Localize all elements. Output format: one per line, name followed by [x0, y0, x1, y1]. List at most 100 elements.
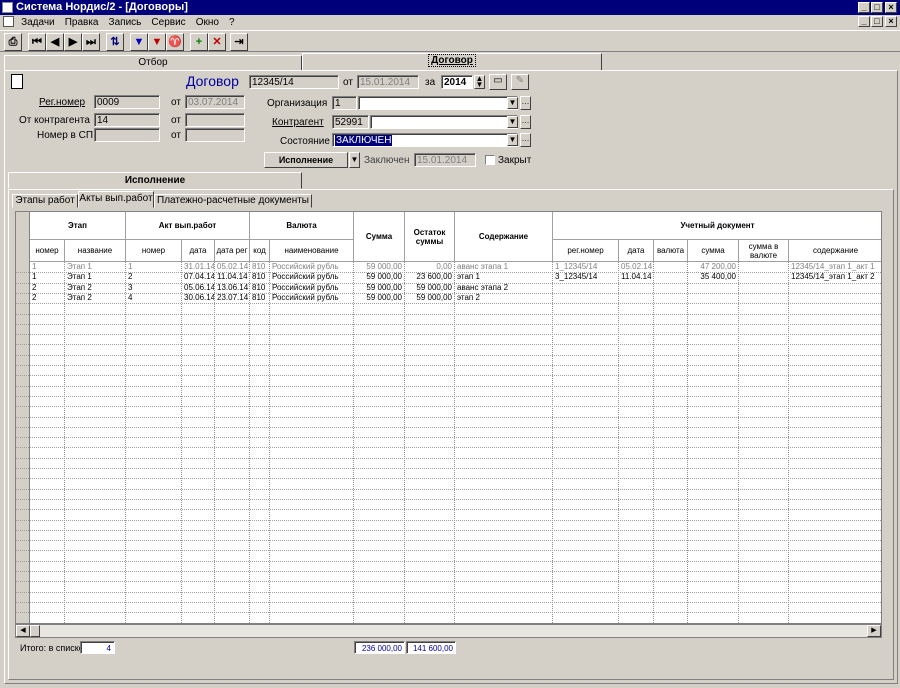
- state-label: Состояние: [280, 136, 330, 147]
- last-record-icon[interactable]: ⏭: [82, 33, 100, 51]
- first-record-icon[interactable]: ⏮: [28, 33, 46, 51]
- next-record-icon[interactable]: ▶: [64, 33, 82, 51]
- tab-execution[interactable]: Исполнение: [8, 172, 302, 189]
- counterparty-number-field[interactable]: 14: [94, 113, 160, 127]
- state-value: ЗАКЛЮЧЕН: [335, 135, 393, 146]
- reg-number-field[interactable]: 0009: [94, 95, 160, 109]
- menu-item[interactable]: Правка: [65, 16, 99, 30]
- sp-number-label: Номер в СП: [37, 130, 94, 141]
- execution-dropdown-icon[interactable]: ▼: [349, 152, 360, 168]
- header-content: Содержание: [455, 212, 553, 262]
- tab-payments[interactable]: Платежно-расчетные документы: [154, 194, 312, 208]
- table-cell-cur-code: 810: [252, 282, 266, 292]
- header-doc-date: дата: [619, 240, 654, 262]
- state-field[interactable]: ЗАКЛЮЧЕН: [332, 133, 518, 147]
- sp-number-field[interactable]: [94, 128, 160, 142]
- organization-dropdown-icon[interactable]: ▼: [507, 97, 518, 109]
- table-cell-act-regdate: 13.06.14: [217, 282, 249, 292]
- horizontal-scrollbar[interactable]: ◀ ▶: [15, 624, 882, 638]
- close-icon[interactable]: ×: [885, 2, 897, 13]
- header-act: Акт вып.работ: [126, 212, 250, 240]
- table-cell-cur-name: Российский рубль: [272, 272, 339, 282]
- header-currency: Валюта: [250, 212, 354, 240]
- minimize-icon[interactable]: _: [858, 2, 870, 13]
- contract-from-label: от: [343, 77, 353, 88]
- kontragent-code[interactable]: 52991: [332, 115, 369, 129]
- table-cell-act-regdate: 05.02.14: [217, 262, 249, 271]
- scroll-left-icon[interactable]: ◀: [16, 625, 30, 637]
- tab-stages[interactable]: Этапы работ: [12, 194, 78, 208]
- table-cell-doc-sum: 47 200,00: [700, 262, 736, 271]
- add-icon[interactable]: +: [190, 33, 208, 51]
- menu-item[interactable]: Окно: [196, 16, 219, 30]
- tab-contract[interactable]: Договор: [302, 53, 602, 71]
- filter-icon[interactable]: ♈: [166, 33, 184, 51]
- scroll-thumb[interactable]: [30, 625, 40, 637]
- menu-item[interactable]: Задачи: [21, 16, 55, 30]
- tab-acts[interactable]: Акты вып.работ: [78, 191, 154, 208]
- table-cell-stage-num: 1: [32, 272, 37, 282]
- cancel-icon[interactable]: ✕: [208, 33, 226, 51]
- table-cell-cur-code: 810: [252, 272, 266, 282]
- table-cell-sum: 59 000,00: [366, 292, 402, 302]
- organization-name[interactable]: [358, 96, 518, 110]
- exit-icon[interactable]: ⇥: [230, 33, 248, 51]
- organization-browse-button[interactable]: …: [520, 96, 531, 110]
- kontragent-name[interactable]: [370, 115, 518, 129]
- contract-year[interactable]: 2014: [441, 75, 473, 89]
- counterparty-number-label: От контрагента: [19, 115, 90, 126]
- total-label: Итого: в списке: [20, 643, 84, 653]
- closed-checkbox[interactable]: [485, 155, 495, 165]
- table-cell-content: этап 1: [457, 272, 480, 282]
- table-row[interactable]: 2 Этап 2 4 30.06.14 23.07.14 810 Российский ру…: [16, 292, 881, 303]
- child-restore-icon[interactable]: □: [871, 16, 883, 27]
- acts-table[interactable]: Этап Акт вып.работ Валюта Сумма Остаток …: [15, 211, 882, 624]
- table-cell-stage-num: 1: [32, 262, 37, 271]
- menu-item[interactable]: Сервис: [151, 16, 185, 30]
- header-stage: Этап: [30, 212, 126, 240]
- state-browse-button[interactable]: …: [520, 133, 531, 147]
- counterparty-date-field[interactable]: [185, 113, 245, 127]
- copy-button[interactable]: ▭: [489, 74, 507, 90]
- menu-item[interactable]: Запись: [109, 16, 142, 30]
- save-icon[interactable]: ▼: [130, 33, 148, 51]
- sort-icon[interactable]: ⇅: [106, 33, 124, 51]
- concluded-date[interactable]: 15.01.2014: [414, 153, 476, 167]
- delete-icon[interactable]: ▼: [148, 33, 166, 51]
- execution-button[interactable]: Исполнение: [264, 152, 348, 168]
- table-row[interactable]: 2 Этап 2 3 05.06.14 13.06.14 810 Российский ру…: [16, 282, 881, 293]
- table-cell-act-date: 30.06.14: [184, 292, 214, 302]
- tab-contract-label: Договор: [428, 54, 476, 67]
- maximize-icon[interactable]: □: [871, 2, 883, 13]
- scroll-right-icon[interactable]: ▶: [867, 625, 881, 637]
- state-dropdown-icon[interactable]: ▼: [507, 134, 518, 146]
- sp-date-field[interactable]: [185, 128, 245, 142]
- table-cell-act-num: 1: [128, 262, 133, 271]
- contract-number[interactable]: 12345/14: [249, 75, 339, 89]
- edit-button[interactable]: ✎: [511, 74, 529, 90]
- menu-item[interactable]: ?: [229, 16, 235, 30]
- kontragent-label: Контрагент: [272, 117, 324, 128]
- table-cell-cur-name: Российский рубль: [272, 262, 339, 271]
- child-close-icon[interactable]: ×: [885, 16, 897, 27]
- concluded-label: Заключен: [364, 155, 410, 166]
- prev-record-icon[interactable]: ◀: [46, 33, 64, 51]
- table-cell-content: этап 2: [457, 292, 480, 302]
- tab-filter[interactable]: Отбор: [4, 55, 302, 71]
- contract-date[interactable]: 15.01.2014: [357, 75, 419, 89]
- kontragent-dropdown-icon[interactable]: ▼: [507, 116, 518, 128]
- reg-date-field[interactable]: 03.07.2014: [185, 95, 245, 109]
- table-cell-act-regdate: 11.04.14: [217, 272, 248, 282]
- print-icon[interactable]: ⎙: [4, 33, 22, 51]
- child-minimize-icon[interactable]: _: [858, 16, 870, 27]
- table-row[interactable]: 1 Этап 1 2 07.04.14 11.04.14 810 Российский ру…: [16, 272, 881, 282]
- table-row[interactable]: 1 Этап 1 1 31.01.14 05.02.14 810 Российский ру…: [16, 262, 881, 272]
- kontragent-browse-button[interactable]: …: [520, 115, 531, 129]
- year-spinner-icon[interactable]: ▲ ▼: [474, 75, 485, 89]
- table-cell-remain: 59 000,00: [416, 292, 452, 302]
- child-window-icon[interactable]: [3, 16, 14, 27]
- remain-total: 141 600,00: [406, 641, 456, 654]
- header-doc-sum-cur: сумма в валюте: [739, 240, 789, 262]
- document-icon: [11, 74, 23, 89]
- organization-code[interactable]: 1: [332, 96, 357, 110]
